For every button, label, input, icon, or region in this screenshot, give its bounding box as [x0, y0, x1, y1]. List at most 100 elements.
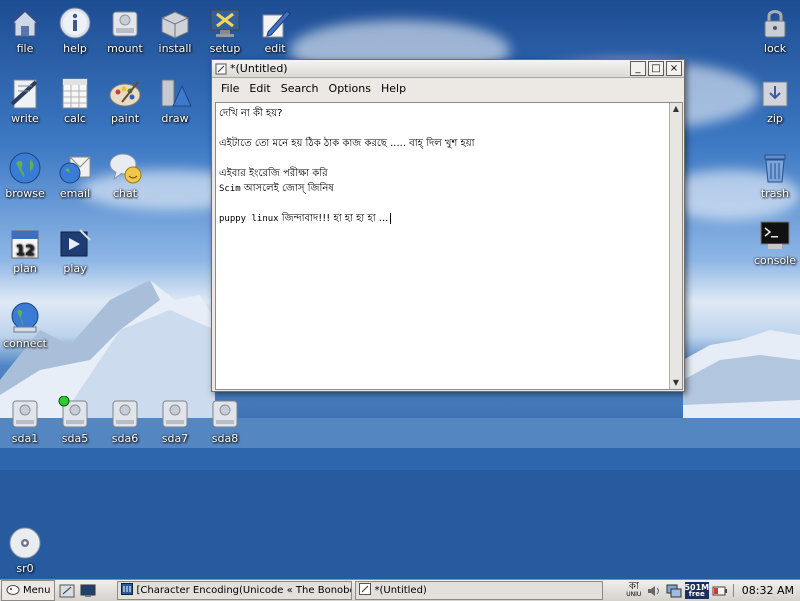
minimize-button[interactable]: _ — [630, 61, 646, 76]
hard-drive-icon — [108, 396, 142, 430]
desktop-icon-zip[interactable]: zip — [750, 76, 800, 125]
menu-file[interactable]: File — [216, 82, 244, 95]
desktop-icon-setup[interactable]: setup — [200, 6, 250, 55]
document-text[interactable]: দেখি না কী হয়? এইটাতে তো মনে হয় ঠিক ঠা… — [216, 103, 668, 389]
text-line: Scim আসলেই জোস্ জিনিষ — [219, 181, 665, 196]
desktop-icon-calc[interactable]: calc — [50, 76, 100, 125]
desktop-icon-help[interactable]: help — [50, 6, 100, 55]
desktop-icon-install[interactable]: install — [150, 6, 200, 55]
desktop-icon-console[interactable]: console — [750, 218, 800, 267]
quicklaunch-desktop-icon[interactable] — [79, 582, 97, 599]
window-titlebar[interactable]: *(Untitled) _ □ × — [212, 60, 684, 78]
drive-label: sda8 — [211, 432, 239, 445]
drive-icon-sr0[interactable]: sr0 — [0, 526, 50, 575]
desktop-icon-email[interactable]: email — [50, 151, 100, 200]
hard-drive-icon — [158, 396, 192, 430]
desktop-icon-label: edit — [264, 42, 286, 55]
battery-icon[interactable] — [711, 582, 729, 599]
drive-icon-sda7[interactable]: sda7 — [150, 396, 200, 445]
home-folder-icon — [8, 6, 42, 40]
vertical-scrollbar[interactable]: ▲ ▼ — [669, 103, 682, 389]
line-text: জিন্দাবাদ!!! হা হা হা হা ... — [278, 213, 389, 224]
desktop-icon-label: trash — [760, 187, 790, 200]
scroll-down-arrow-icon[interactable]: ▼ — [670, 377, 682, 389]
desktop-icon-label: play — [63, 262, 87, 275]
volume-speaker-icon[interactable] — [645, 582, 663, 599]
drive-icon-sda8[interactable]: sda8 — [200, 396, 250, 445]
memory-free-indicator[interactable]: 501M free — [684, 582, 709, 599]
start-menu-label: Menu — [23, 585, 51, 596]
line-text: দেখি না কী হয়? — [219, 108, 283, 119]
clock[interactable]: 08:32 AM — [732, 584, 800, 597]
puppy-logo-icon — [6, 583, 20, 598]
network-globe-icon — [8, 301, 42, 335]
hard-drive-icon — [208, 396, 242, 430]
menu-edit[interactable]: Edit — [244, 82, 275, 95]
desktop-icon-write[interactable]: write — [0, 76, 50, 125]
scroll-up-arrow-icon[interactable]: ▲ — [670, 103, 682, 115]
desktop-icon-label: connect — [3, 337, 47, 350]
close-button[interactable]: × — [666, 61, 682, 76]
desktop-icon-label: install — [158, 42, 192, 55]
desktop-icon-label: email — [59, 187, 91, 200]
line-text: এইটাতে তো মনে হয় ঠিক ঠাক কাজ করছে .....… — [219, 138, 475, 149]
settings-monitor-icon — [208, 6, 242, 40]
task-label: *(Untitled) — [374, 585, 427, 596]
taskbar-task-editor[interactable]: *(Untitled) — [355, 581, 604, 600]
start-menu-button[interactable]: Menu — [1, 580, 56, 601]
maximize-button[interactable]: □ — [648, 61, 664, 76]
word-processor-icon — [8, 76, 42, 110]
line-text: আসলেই জোস্ জিনিষ — [240, 183, 334, 194]
drive-icon-sda1[interactable]: sda1 — [0, 396, 50, 445]
calendar-icon: 12 — [8, 226, 42, 260]
menu-options[interactable]: Options — [324, 82, 376, 95]
desktop-icon-label: lock — [763, 42, 787, 55]
desktop-icon-label: console — [753, 254, 797, 267]
menu-help[interactable]: Help — [376, 82, 411, 95]
text-line-empty — [219, 196, 665, 211]
network-monitor-icon[interactable] — [665, 582, 683, 599]
text-editor-window[interactable]: *(Untitled) _ □ × File Edit Search Optio… — [211, 59, 685, 392]
desktop-icon-mount[interactable]: mount — [100, 6, 150, 55]
desktop-icon-browse[interactable]: browse — [0, 151, 50, 200]
drive-label: sr0 — [16, 562, 34, 575]
keyboard-layout-indicator[interactable]: কা UNIU — [625, 580, 643, 599]
desktop-icon-paint[interactable]: paint — [100, 76, 150, 125]
desktop-icon-lock[interactable]: lock — [750, 6, 800, 55]
line-latin-text: Scim — [219, 184, 241, 194]
desktop-icon-trash[interactable]: trash — [750, 151, 800, 200]
memory-sub: free — [688, 589, 705, 598]
menu-search[interactable]: Search — [276, 82, 324, 95]
drive-label: sda5 — [61, 432, 89, 445]
text-editor-area[interactable]: দেখি না কী হয়? এইটাতে তো মনে হয় ঠিক ঠা… — [215, 102, 683, 390]
desktop-icon-draw[interactable]: draw — [150, 76, 200, 125]
desktop-icon-label: help — [63, 42, 87, 55]
drive-label: sda1 — [11, 432, 39, 445]
desktop-icon-plan[interactable]: 12 plan — [0, 226, 50, 275]
desktop-icon-edit[interactable]: edit — [250, 6, 300, 55]
pen-edit-icon — [258, 6, 292, 40]
system-tray: কা UNIU 501M free 08:32 AM — [623, 580, 800, 599]
desktop-icon-connect[interactable]: connect — [0, 301, 50, 350]
browser-task-icon — [121, 583, 134, 598]
drive-icon-sda6[interactable]: sda6 — [100, 396, 150, 445]
drive-label: sda6 — [111, 432, 139, 445]
drive-icon-sda5[interactable]: sda5 — [50, 395, 100, 445]
desktop-icon-file[interactable]: file — [0, 6, 50, 55]
desktop-icon-play[interactable]: play — [50, 226, 100, 275]
terminal-icon — [758, 218, 792, 252]
task-label: [Character Encoding(Unicode « The Bonobo… — [136, 585, 353, 596]
desktop-icon-label: mount — [107, 42, 143, 55]
window-title: *(Untitled) — [230, 62, 288, 75]
info-icon — [58, 6, 92, 40]
quicklaunch-editor-icon[interactable] — [58, 582, 76, 599]
cd-disc-icon — [8, 526, 42, 560]
keyboard-layout-sub: UNIU — [626, 590, 642, 598]
mounted-indicator-icon — [58, 395, 70, 407]
taskbar-task-browser[interactable]: [Character Encoding(Unicode « The Bonobo… — [117, 581, 353, 600]
desktop-icon-label: paint — [110, 112, 140, 125]
keyboard-layout-label: কা — [628, 580, 639, 592]
spreadsheet-icon — [58, 76, 92, 110]
desktop-icon-chat[interactable]: chat — [100, 151, 150, 200]
line-latin-text: puppy linux — [219, 214, 279, 224]
